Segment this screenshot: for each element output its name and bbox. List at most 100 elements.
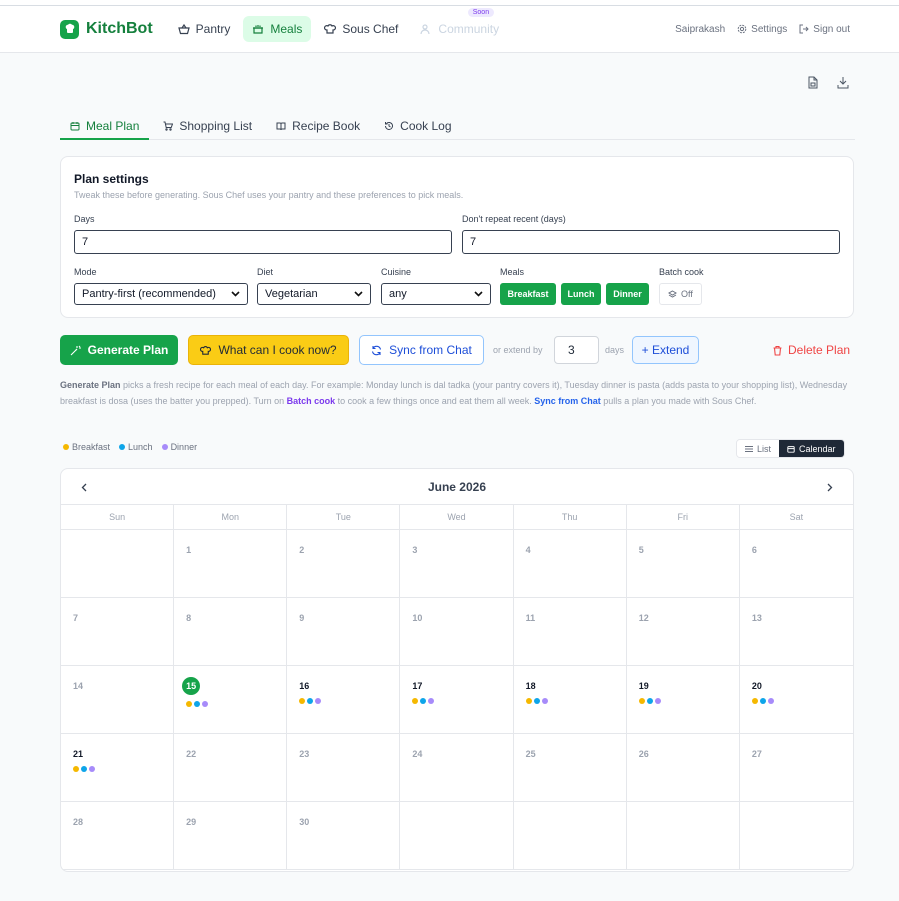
chevron-down-icon <box>354 291 363 297</box>
breakfast-dot <box>299 698 306 704</box>
calendar-day-cell[interactable]: 30 <box>287 802 401 870</box>
sync-from-chat-button[interactable]: Sync from Chat <box>359 335 484 365</box>
desc-generate: Generate Plan <box>60 380 121 390</box>
legend-lunch-label: Lunch <box>128 442 153 452</box>
basket-icon <box>177 23 190 35</box>
calendar-day-cell[interactable]: 22 <box>174 734 288 802</box>
month-calendar: June 2026 Sun Mon Tue Wed Thu Fri Sat 12345678… <box>60 468 854 872</box>
calendar-day-cell[interactable]: 12 <box>626 598 740 666</box>
lunch-dot <box>307 698 314 704</box>
calendar-day-cell[interactable]: 23 <box>287 734 401 802</box>
generate-plan-button[interactable]: Generate Plan <box>60 335 178 365</box>
day-number: 27 <box>751 749 762 759</box>
days-input[interactable]: 7 <box>74 230 452 254</box>
tab-cook-log[interactable]: Cook Log <box>374 113 461 139</box>
calendar-day-cell[interactable]: 11 <box>513 598 627 666</box>
meal-breakfast-toggle[interactable]: Breakfast <box>500 283 556 305</box>
what-can-i-cook-button[interactable]: What can I cook now? <box>188 335 349 365</box>
nav-sous-chef[interactable]: Sous Chef <box>315 16 407 42</box>
calendar-day-cell[interactable]: 17 <box>400 666 514 734</box>
desc-sync-link[interactable]: Sync from Chat <box>534 396 601 406</box>
lunch-dot <box>759 698 766 704</box>
calendar-day-cell[interactable]: 28 <box>61 802 175 870</box>
sign-out-icon <box>799 24 810 34</box>
calendar-day-cell[interactable]: 5 <box>626 530 740 598</box>
calendar-day-cell[interactable]: 16 <box>287 666 401 734</box>
extend-days-input[interactable]: 3 <box>554 336 599 364</box>
tab-cook-log-label: Cook Log <box>400 119 452 133</box>
delete-plan-label: Delete Plan <box>788 343 851 357</box>
calendar-day-cell[interactable]: 10 <box>400 598 514 666</box>
calendar-day-cell[interactable]: 3 <box>400 530 514 598</box>
norepeat-input[interactable]: 7 <box>462 230 840 254</box>
tab-meal-plan[interactable]: Meal Plan <box>60 113 150 140</box>
cuisine-select[interactable]: any <box>381 283 491 305</box>
prev-month-button[interactable] <box>77 480 91 494</box>
meal-dinner-toggle[interactable]: Dinner <box>606 283 649 305</box>
days-label: Days <box>74 214 95 224</box>
calendar-day-cell[interactable]: 8 <box>174 598 288 666</box>
download-icon[interactable] <box>837 76 849 89</box>
nav-pantry[interactable]: Pantry <box>169 16 240 42</box>
tab-recipe-book[interactable]: Recipe Book <box>266 113 370 139</box>
calendar-day-cell[interactable]: 18 <box>513 666 627 734</box>
calendar-day-cell[interactable]: 27 <box>739 734 853 802</box>
day-number: 6 <box>751 545 757 555</box>
day-number: 4 <box>525 545 531 555</box>
tab-shopping-list[interactable]: Shopping List <box>153 113 262 139</box>
calendar-day-cell[interactable]: 1 <box>174 530 288 598</box>
legend-dinner: Dinner <box>161 442 197 452</box>
breakfast-dot <box>638 698 645 704</box>
day-number: 25 <box>525 749 536 759</box>
calendar-day-cell[interactable]: 14 <box>61 666 175 734</box>
desc-part-3: pulls a plan you made with Sous Chef. <box>600 396 757 406</box>
brand[interactable]: KitchBot <box>60 19 153 39</box>
magic-wand-icon <box>70 345 81 355</box>
calendar-day-cell[interactable]: 4 <box>513 530 627 598</box>
diet-select[interactable]: Vegetarian <box>257 283 371 305</box>
settings-link[interactable]: Settings <box>737 24 787 35</box>
calendar-day-cell[interactable]: 21 <box>61 734 175 802</box>
view-list-button[interactable]: List <box>737 440 780 457</box>
calendar-day-cell[interactable]: 7 <box>61 598 175 666</box>
legend-lunch: Lunch <box>119 442 153 452</box>
delete-plan-button[interactable]: Delete Plan <box>772 343 850 357</box>
signout-link[interactable]: Sign out <box>799 24 850 35</box>
what-can-i-cook-label: What can I cook now? <box>218 343 337 357</box>
calendar-day-cell[interactable]: 6 <box>739 530 853 598</box>
calendar-day-cell[interactable]: 24 <box>400 734 514 802</box>
meal-lunch-toggle[interactable]: Lunch <box>561 283 601 305</box>
generate-plan-label: Generate Plan <box>87 343 169 357</box>
calendar-day-cell[interactable]: 2 <box>287 530 401 598</box>
calendar-day-cell[interactable]: 25 <box>513 734 627 802</box>
calendar-empty-cell <box>739 802 853 870</box>
weekday-fri: Fri <box>627 505 740 529</box>
batch-cook-toggle[interactable]: Off <box>659 283 702 305</box>
calendar-day-cell[interactable]: 20 <box>739 666 853 734</box>
calendar-day-cell[interactable]: 29 <box>174 802 288 870</box>
weekday-wed: Wed <box>400 505 514 529</box>
next-month-button[interactable] <box>823 480 837 494</box>
day-number: 9 <box>299 613 305 623</box>
breakfast-dot <box>525 698 532 704</box>
soon-badge: Soon <box>467 8 495 17</box>
nav-meals[interactable]: Meals <box>243 16 312 42</box>
calendar-day-cell[interactable]: 15 <box>174 666 288 734</box>
view-calendar-button[interactable]: Calendar <box>779 440 844 457</box>
nav-pantry-label: Pantry <box>195 22 231 36</box>
desc-batch-cook-link[interactable]: Batch cook <box>287 396 336 406</box>
extend-button[interactable]: + Extend <box>632 336 699 364</box>
meal-dots <box>525 698 614 704</box>
calendar-day-cell[interactable]: 9 <box>287 598 401 666</box>
mode-select[interactable]: Pantry-first (recommended) <box>74 283 248 305</box>
calendar-day-cell[interactable]: 26 <box>626 734 740 802</box>
tab-shopping-list-label: Shopping List <box>179 119 253 133</box>
calendar-day-cell[interactable]: 13 <box>739 598 853 666</box>
export-file-icon[interactable] <box>807 76 819 89</box>
diet-label: Diet <box>257 267 274 277</box>
day-number: 10 <box>412 613 423 623</box>
calendar-day-cell[interactable]: 19 <box>626 666 740 734</box>
nav-community-label: Community <box>438 22 500 36</box>
users-icon <box>420 24 431 35</box>
header-right: Saiprakash Settings Sign out <box>675 24 850 35</box>
